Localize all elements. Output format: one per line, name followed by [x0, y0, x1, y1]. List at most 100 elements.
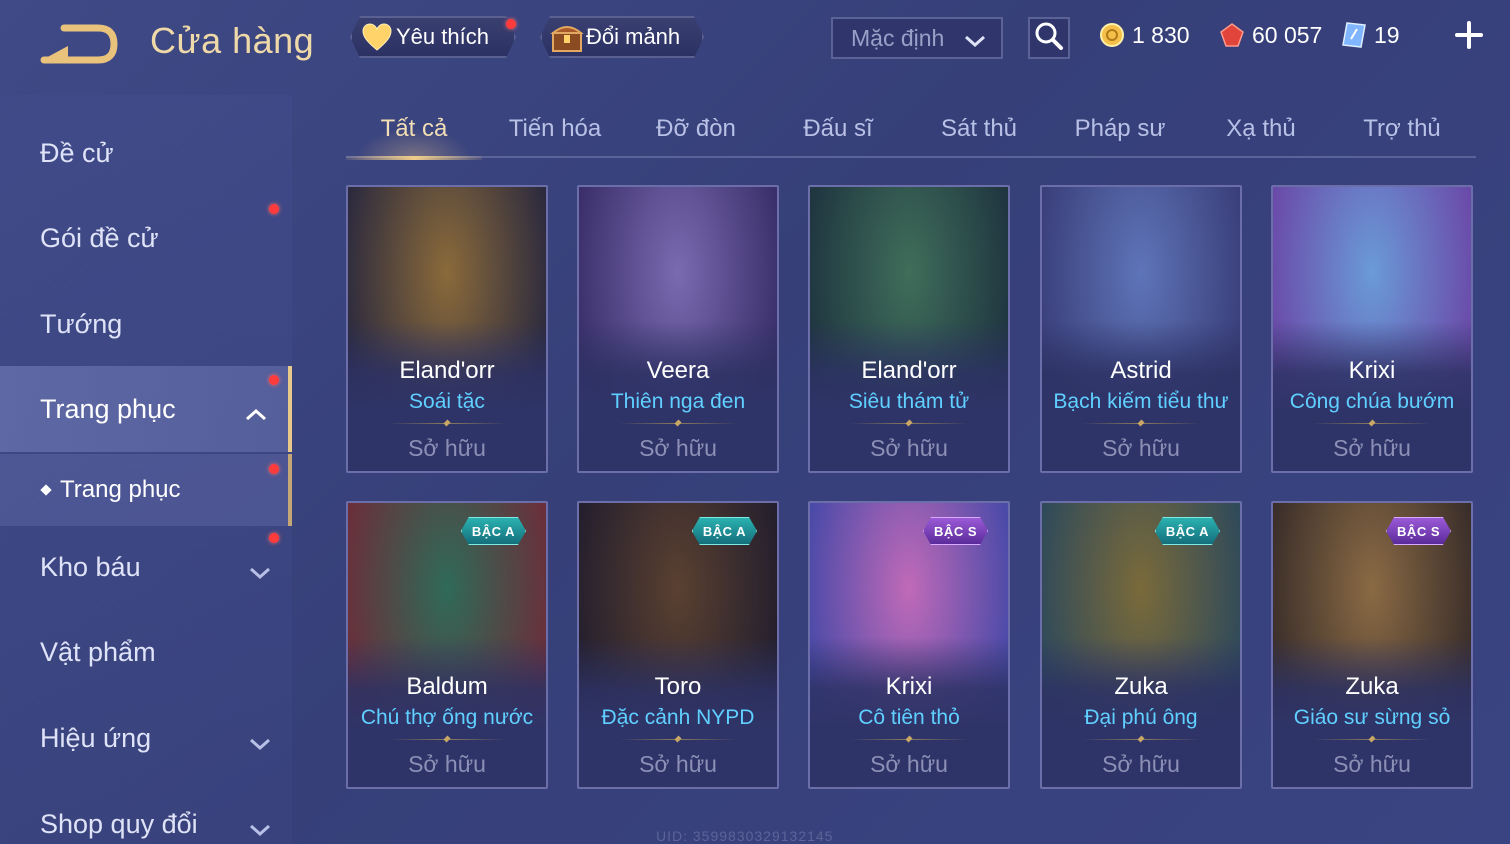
voucher-currency: 60 057	[1218, 18, 1322, 52]
sidebar-item-exchange-shop[interactable]: Shop quy đổi	[0, 781, 292, 844]
skin-name: Chú thợ ống nước	[360, 706, 534, 729]
sidebar-item-label: Đề cử	[40, 137, 114, 168]
hero-name: Baldum	[406, 673, 488, 700]
skin-name: Giáo sư sừng sỏ	[1293, 706, 1451, 729]
chevron-down-icon	[963, 29, 987, 56]
owned-status: Sở hữu	[870, 751, 948, 777]
owned-status: Sở hữu	[1102, 751, 1180, 777]
skin-card[interactable]: BẬC A Zuka Đại phú ông Sở hữu	[1040, 501, 1242, 789]
owned-status: Sở hữu	[408, 435, 486, 461]
notification-dot	[269, 204, 279, 214]
skin-card[interactable]: Veera Thiên nga đen Sở hữu	[577, 185, 779, 473]
tab-support[interactable]: Trợ thủ	[1334, 100, 1470, 158]
tier-badge: BẬC S	[1386, 517, 1451, 545]
tab-label: Đấu sĩ	[803, 115, 873, 142]
owned-status: Sở hữu	[1333, 435, 1411, 461]
sidebar-item-label: Gói đề cử	[40, 222, 159, 253]
favorites-button[interactable]: Yêu thích	[350, 16, 516, 58]
tab-label: Trợ thủ	[1363, 115, 1441, 142]
top-bar: Cửa hàng Yêu thích Đổi mảnh Mặc định 1 8…	[0, 0, 1510, 80]
tier-badge: BẬC A	[692, 517, 757, 545]
tab-marksman[interactable]: Xạ thủ	[1193, 100, 1329, 158]
skin-name: Soái tặc	[409, 390, 485, 413]
sidebar-item-skins[interactable]: Trang phục	[0, 366, 292, 452]
diamond-bullet-icon	[40, 484, 52, 496]
skin-card[interactable]: BẬC A Baldum Chú thợ ống nước Sở hữu	[346, 501, 548, 789]
heart-icon	[360, 20, 394, 54]
token-currency: 19	[1340, 18, 1400, 52]
card-divider	[619, 423, 737, 424]
skin-card[interactable]: Krixi Công chúa bướm Sở hữu	[1271, 185, 1473, 473]
skin-card[interactable]: Eland'orr Siêu thám tử Sở hữu	[808, 185, 1010, 473]
card-divider	[619, 739, 737, 740]
chevron-down-icon	[248, 558, 272, 589]
voucher-amount: 60 057	[1252, 21, 1323, 48]
sidebar-item-label: Kho báu	[40, 551, 141, 582]
skin-name: Công chúa bướm	[1289, 390, 1455, 413]
plus-icon[interactable]	[1452, 18, 1486, 52]
treasure-chest-icon	[550, 20, 584, 54]
sidebar-item-items[interactable]: Vật phẩm	[0, 609, 292, 695]
sidebar-item-recommended-packs[interactable]: Gói đề cử	[0, 195, 292, 281]
owned-status: Sở hữu	[870, 435, 948, 461]
sidebar-item-treasure[interactable]: Kho báu	[0, 524, 292, 610]
exchange-shards-button[interactable]: Đổi mảnh	[540, 16, 704, 58]
card-divider	[1082, 423, 1200, 424]
card-divider	[388, 739, 506, 740]
tab-label: Sát thủ	[940, 115, 1018, 142]
chevron-down-icon	[248, 815, 272, 844]
hero-name: Eland'orr	[861, 357, 957, 384]
tab-label: Đỡ đòn	[656, 115, 736, 142]
tab-fighter[interactable]: Đấu sĩ	[770, 100, 906, 158]
hero-name: Krixi	[885, 673, 933, 700]
gold-currency: 1 830	[1098, 18, 1190, 52]
sidebar-item-label: Trang phục	[40, 393, 176, 424]
skin-card[interactable]: Eland'orr Soái tặc Sở hữu	[346, 185, 548, 473]
owned-status: Sở hữu	[1333, 751, 1411, 777]
tier-badge: BẬC A	[1155, 517, 1220, 545]
ruby-icon	[1218, 21, 1246, 49]
sidebar-item-label: Hiệu ứng	[40, 722, 152, 753]
skin-card[interactable]: Astrid Bạch kiếm tiểu thư Sở hữu	[1040, 185, 1242, 473]
tab-label: Tất cả	[380, 115, 448, 142]
back-icon[interactable]	[38, 20, 122, 64]
skin-name: Cô tiên thỏ	[858, 706, 960, 729]
sidebar-item-label: Vật phẩm	[40, 636, 156, 667]
hero-name: Veera	[646, 357, 710, 384]
tab-evolution[interactable]: Tiến hóa	[487, 100, 623, 158]
notification-dot	[269, 533, 279, 543]
hero-name: Krixi	[1348, 357, 1396, 384]
card-divider	[1082, 739, 1200, 740]
tab-label: Pháp sư	[1074, 115, 1166, 142]
card-divider	[388, 423, 506, 424]
sidebar-item-recommended[interactable]: Đề cử	[0, 110, 292, 196]
owned-status: Sở hữu	[1102, 435, 1180, 461]
search-button[interactable]	[1028, 17, 1070, 59]
skin-card[interactable]: BẬC A Toro Đặc cảnh NYPD Sở hữu	[577, 501, 779, 789]
token-amount: 19	[1374, 21, 1400, 48]
card-divider	[1313, 739, 1431, 740]
hero-name: Eland'orr	[399, 357, 495, 384]
tab-assassin[interactable]: Sát thủ	[911, 100, 1047, 158]
skin-name: Bạch kiếm tiểu thư	[1053, 390, 1229, 413]
tab-tank[interactable]: Đỡ đòn	[628, 100, 764, 158]
tab-all[interactable]: Tất cả	[346, 100, 482, 160]
sidebar-item-effects[interactable]: Hiệu ứng	[0, 695, 292, 781]
skin-card[interactable]: BẬC S Zuka Giáo sư sừng sỏ Sở hữu	[1271, 501, 1473, 789]
tier-badge: BẬC A	[461, 517, 526, 545]
notification-dot	[269, 375, 279, 385]
chevron-down-icon	[248, 729, 272, 760]
sidebar-item-label: Tướng	[40, 308, 123, 339]
sidebar-item-heroes[interactable]: Tướng	[0, 281, 292, 367]
token-card-icon	[1340, 21, 1368, 49]
sort-dropdown[interactable]: Mặc định	[831, 17, 1003, 59]
skin-card[interactable]: BẬC S Krixi Cô tiên thỏ Sở hữu	[808, 501, 1010, 789]
hero-name: Zuka	[1114, 673, 1168, 700]
favorites-label: Yêu thích	[396, 24, 489, 49]
tier-badge: BẬC S	[923, 517, 988, 545]
hero-name: Astrid	[1110, 357, 1172, 384]
notification-dot	[269, 464, 279, 474]
category-tabs: Tất cả Tiến hóa Đỡ đòn Đấu sĩ Sát thủ Ph…	[346, 100, 1476, 160]
sidebar-subitem-skins[interactable]: Trang phục	[0, 454, 292, 526]
tab-mage[interactable]: Pháp sư	[1052, 100, 1188, 158]
